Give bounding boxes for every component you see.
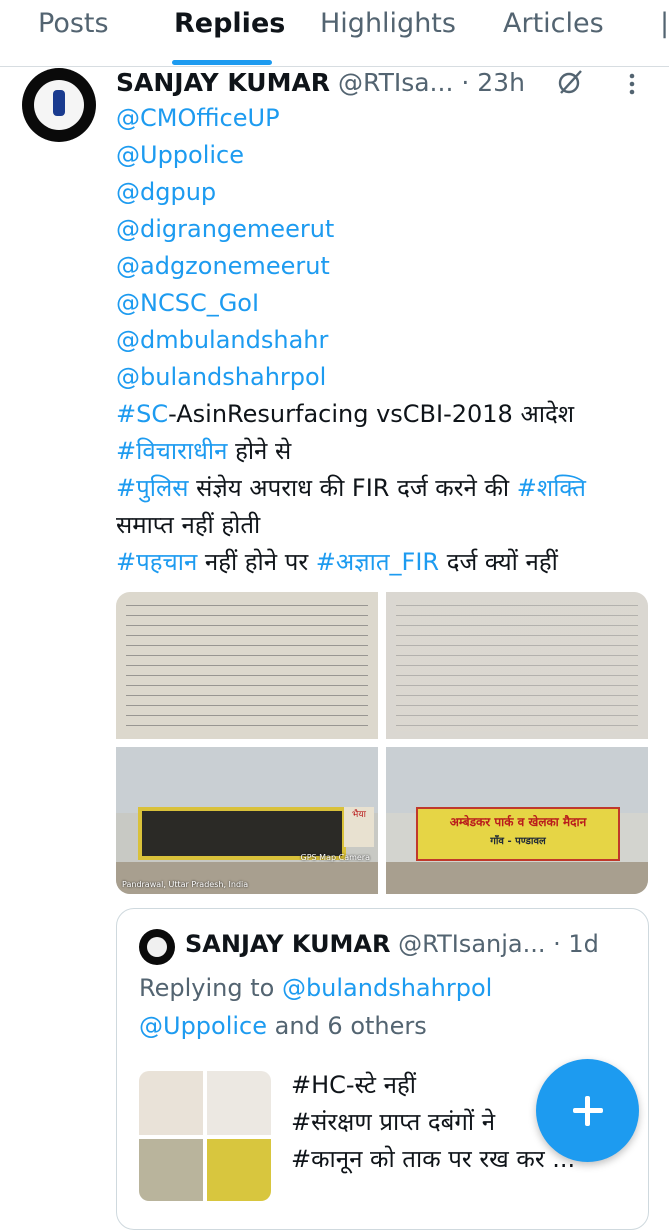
wall-photo-2[interactable]: अम्बेडकर पार्क व खेलका मैदान गाँव - पण्ड…: [386, 747, 648, 894]
sky: [386, 747, 648, 814]
mention-link[interactable]: @digrangemeerut: [116, 211, 656, 248]
tab-highlights[interactable]: Highlights: [320, 8, 456, 40]
hashtag-link[interactable]: #पुलिस: [116, 474, 188, 502]
park-sign-subtext: गाँव - पण्डावल: [490, 836, 546, 847]
hashtag-link[interactable]: #विचाराधीन: [116, 437, 227, 465]
mention-link[interactable]: @bulandshahrpol: [116, 359, 656, 396]
quoted-tweet-text: #HC-स्टे नहीं #संरक्षण प्राप्त दबंगों ने…: [291, 1067, 575, 1178]
more-icon[interactable]: [622, 72, 642, 96]
document-photo-1[interactable]: [116, 592, 378, 739]
tweet-header: SANJAY KUMAR @RTIsa... · 23h: [116, 66, 525, 100]
mention-link[interactable]: @Uppolice: [116, 137, 656, 174]
mention-link[interactable]: @CMOfficeUP: [116, 100, 656, 137]
park-sign-wall: अम्बेडकर पार्क व खेलका मैदान गाँव - पण्ड…: [416, 807, 620, 861]
quoted-author-handle: @RTIsanja...: [398, 930, 546, 958]
mention-link[interactable]: @dmbulandshahr: [116, 322, 656, 359]
photo-caption: Pandrawal, Uttar Pradesh, India: [122, 880, 249, 889]
quoted-text-line: #कानून को ताक पर रख कर ...: [291, 1145, 576, 1173]
quoted-author-name: SANJAY KUMAR: [185, 930, 391, 958]
quoted-thumb-4: [207, 1139, 271, 1201]
tweet-line-text: दर्ज क्यों नहीं: [439, 548, 558, 576]
tweet-line-text: होने से: [227, 437, 292, 465]
compose-button[interactable]: [536, 1059, 639, 1162]
grok-icon[interactable]: [556, 68, 584, 96]
tweet-time[interactable]: · 23h: [461, 68, 525, 97]
mention-link[interactable]: @adgzonemeerut: [116, 248, 656, 285]
replying-others: and 6 others: [267, 1012, 427, 1040]
wall-sign: भैया: [344, 807, 374, 847]
document-text-lines: [126, 600, 368, 731]
mention-link[interactable]: @NCSC_GoI: [116, 285, 656, 322]
author-name[interactable]: SANJAY KUMAR: [116, 68, 330, 97]
wall-photo-1[interactable]: भैया GPS Map Camera Pandrawal, Uttar Pra…: [116, 747, 378, 894]
active-tab-indicator: [172, 60, 272, 65]
ground: [386, 861, 648, 894]
quoted-avatar-emblem: [147, 937, 167, 957]
replying-handle: @bulandshahrpol: [281, 974, 493, 1002]
hashtag-link[interactable]: #शक्ति: [517, 474, 586, 502]
sky: [116, 747, 378, 814]
quoted-thumb-1: [139, 1071, 203, 1135]
tab-articles[interactable]: Articles: [503, 8, 604, 40]
tweet-line-text: संज्ञेय अपराध की FIR दर्ज करने की: [188, 474, 517, 502]
tab-overflow-edge: |: [660, 8, 669, 39]
tab-posts[interactable]: Posts: [38, 8, 109, 40]
document-text-lines: [396, 600, 638, 731]
quoted-text-line: #HC-स्टे नहीं: [291, 1071, 416, 1099]
gps-badge: GPS Map Camera: [300, 853, 370, 862]
hashtag-link[interactable]: #पहचान: [116, 548, 197, 576]
document-photo-2[interactable]: [386, 592, 648, 739]
hashtag-link[interactable]: #SC: [116, 400, 168, 428]
quoted-tweet-time: · 1d: [553, 930, 599, 958]
compose-plus-icon-vertical: [585, 1096, 590, 1126]
tweet-line-text: -AsinResurfacing vsCBI-2018 आदेश: [168, 400, 575, 428]
hashtag-link[interactable]: #अज्ञात_FIR: [316, 548, 439, 576]
tweet-text: @CMOfficeUP @Uppolice @dgpup @digrangeme…: [116, 100, 656, 581]
tweet-line: #पुलिस संज्ञेय अपराध की FIR दर्ज करने की…: [116, 470, 656, 507]
mention-link[interactable]: @dgpup: [116, 174, 656, 211]
avatar[interactable]: [22, 68, 96, 142]
author-handle[interactable]: @RTIsa...: [338, 68, 453, 97]
replying-to: Replying to @bulandshahrpol @Uppolice an…: [139, 969, 619, 1045]
quoted-media-thumbnail: [139, 1071, 271, 1201]
tweet-line: #पहचान नहीं होने पर #अज्ञात_FIR दर्ज क्य…: [116, 544, 656, 581]
park-sign-text: अम्बेडकर पार्क व खेलका मैदान: [449, 815, 587, 829]
replying-handle: @Uppolice: [139, 1012, 268, 1040]
tweet-line-text: नहीं होने पर: [197, 548, 316, 576]
quoted-thumb-3: [139, 1139, 203, 1201]
media-grid: भैया GPS Map Camera Pandrawal, Uttar Pra…: [116, 592, 648, 894]
tweet-line: समाप्त नहीं होती: [116, 511, 261, 539]
avatar-figure: [53, 90, 65, 116]
quoted-avatar: [139, 929, 175, 965]
replying-prefix: Replying to: [139, 974, 282, 1002]
tab-replies[interactable]: Replies: [174, 8, 285, 40]
tweet-line: #SC-AsinResurfacing vsCBI-2018 आदेश: [116, 396, 656, 433]
quoted-text-line: #संरक्षण प्राप्त दबंगों ने: [291, 1108, 496, 1136]
tweet-line: #विचाराधीन होने से: [116, 433, 656, 470]
quoted-tweet-header: SANJAY KUMAR @RTIsanja... · 1d: [185, 927, 599, 961]
quoted-thumb-2: [207, 1071, 271, 1135]
profile-tabs: Posts Replies Highlights Articles |: [0, 0, 669, 67]
